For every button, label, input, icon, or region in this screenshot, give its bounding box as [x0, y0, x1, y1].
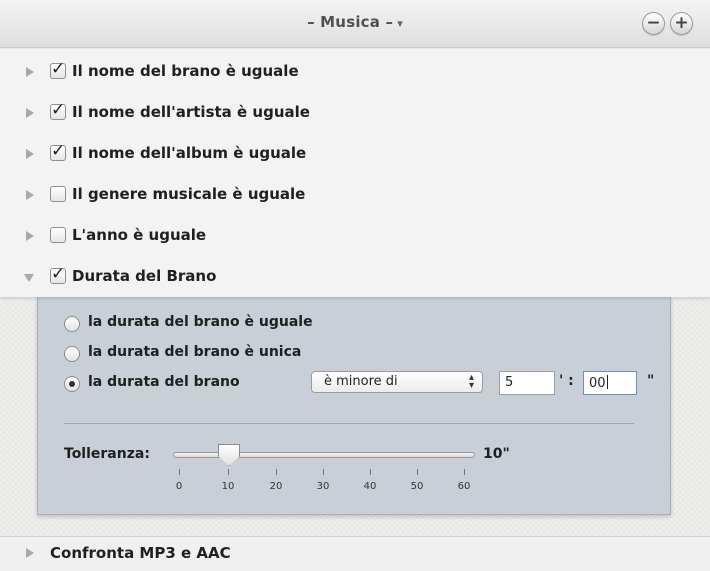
slider-tick: [370, 469, 371, 475]
slider-tick-label: 0: [175, 481, 183, 492]
radio-button[interactable]: [64, 346, 80, 362]
criteria-label: Durata del Brano: [72, 267, 217, 285]
plus-circle-icon: +: [674, 13, 689, 33]
radio-label: la durata del brano è uguale: [88, 314, 313, 330]
library-selector[interactable]: – Musica – ▾: [0, 13, 710, 31]
slider-tick-label: 40: [363, 481, 377, 492]
minutes-value: 5: [505, 375, 514, 390]
duration-options-panel: la durata del brano è uguale la durata d…: [37, 297, 671, 515]
disclosure-triangle-right-icon[interactable]: [26, 548, 34, 558]
disclosure-triangle-right-icon[interactable]: [26, 67, 34, 77]
disclosure-triangle-right-icon[interactable]: [26, 231, 34, 241]
minutes-input[interactable]: 5: [499, 371, 555, 395]
updown-arrows-icon: ▴ ▾: [468, 372, 474, 391]
checkmark-icon: ✓: [51, 141, 66, 161]
criteria-label: Il genere musicale è uguale: [72, 185, 306, 203]
criteria-row[interactable]: ✓ Il nome del brano è uguale: [0, 52, 710, 93]
tolerance-value: 10": [483, 446, 510, 462]
radio-selected-dot: [69, 381, 75, 387]
disclosure-triangle-right-icon[interactable]: [26, 190, 34, 200]
slider-tick: [464, 469, 465, 475]
tolerance-slider-thumb[interactable]: [218, 444, 240, 466]
checkmark-icon: ✓: [51, 264, 66, 284]
slider-tick: [228, 469, 229, 475]
slider-tick-label: 30: [316, 481, 330, 492]
criteria-label: Confronta MP3 e AAC: [50, 544, 231, 562]
seconds-mark: ": [647, 373, 655, 389]
radio-label: la durata del brano è unica: [88, 344, 302, 360]
radio-button[interactable]: [64, 316, 80, 332]
divider: [64, 423, 634, 424]
criteria-row[interactable]: L'anno è uguale: [0, 216, 710, 257]
radio-button[interactable]: [64, 376, 80, 392]
criteria-label: Il nome dell'artista è uguale: [72, 103, 310, 121]
slider-tick: [276, 469, 277, 475]
criteria-checkbox[interactable]: [50, 186, 66, 202]
slider-tick: [179, 469, 180, 475]
criteria-label: L'anno è uguale: [72, 226, 207, 244]
checkmark-icon: ✓: [51, 100, 66, 120]
remove-button[interactable]: −: [642, 12, 665, 35]
criteria-label: Il nome del brano è uguale: [72, 62, 299, 80]
seconds-value: 00: [589, 376, 606, 391]
criteria-checkbox[interactable]: ✓: [50, 264, 66, 284]
slider-tick: [417, 469, 418, 475]
criteria-row[interactable]: Il genere musicale è uguale: [0, 175, 710, 216]
disclosure-triangle-right-icon[interactable]: [26, 108, 34, 118]
minus-circle-icon: −: [646, 13, 661, 33]
slider-tick-label: 50: [410, 481, 424, 492]
criteria-label: Il nome dell'album è uguale: [72, 144, 307, 162]
minutes-mark: ' :: [559, 373, 574, 389]
criteria-row-expanded[interactable]: ✓ Durata del Brano: [0, 257, 710, 298]
comparison-value: è minore di: [324, 374, 398, 389]
tolerance-label: Tolleranza:: [64, 446, 150, 462]
text-caret: [606, 375, 608, 389]
seconds-input[interactable]: 00: [583, 371, 637, 395]
chevron-down-icon: ▾: [397, 17, 403, 30]
criteria-row[interactable]: ✓ Il nome dell'artista è uguale: [0, 93, 710, 134]
criteria-row-mp3-aac[interactable]: Confronta MP3 e AAC: [0, 536, 710, 571]
slider-tick: [323, 469, 324, 475]
criteria-checkbox[interactable]: ✓: [50, 100, 66, 120]
radio-label: la durata del brano: [88, 374, 240, 390]
disclosure-triangle-right-icon[interactable]: [26, 149, 34, 159]
criteria-checkbox[interactable]: ✓: [50, 59, 66, 79]
slider-tick-label: 20: [269, 481, 283, 492]
add-button[interactable]: +: [670, 12, 693, 35]
criteria-checkbox[interactable]: [50, 227, 66, 243]
checkmark-icon: ✓: [51, 59, 66, 79]
criteria-checkbox[interactable]: ✓: [50, 141, 66, 161]
library-title: – Musica –: [307, 13, 394, 31]
criteria-row[interactable]: ✓ Il nome dell'album è uguale: [0, 134, 710, 175]
slider-tick-label: 10: [221, 481, 235, 492]
disclosure-triangle-down-icon[interactable]: [24, 274, 34, 282]
comparison-select[interactable]: è minore di ▴ ▾: [311, 371, 483, 393]
criteria-list: ✓ Il nome del brano è uguale ✓ Il nome d…: [0, 49, 710, 297]
window-header: – Musica – ▾ − +: [0, 0, 710, 48]
slider-tick-label: 60: [457, 481, 471, 492]
